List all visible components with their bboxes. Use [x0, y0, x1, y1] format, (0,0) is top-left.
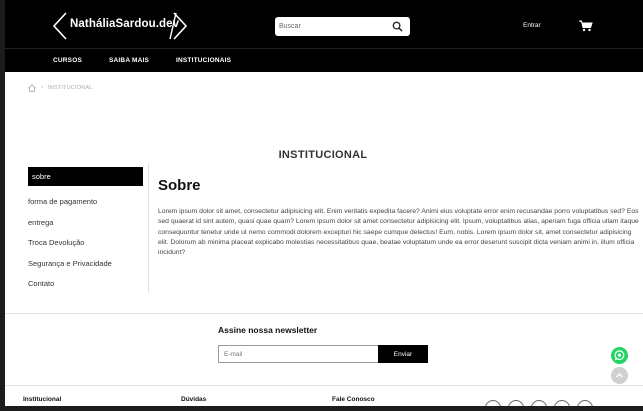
chevron-right-slash-icon: [169, 12, 187, 40]
login-link[interactable]: Entrar: [523, 22, 541, 29]
whatsapp-icon: [614, 350, 625, 361]
nav-item-institucionais[interactable]: INSTITUCIONAIS: [176, 57, 231, 64]
scroll-to-top-button[interactable]: [611, 367, 628, 384]
page-title: INSTITUCIONAL: [278, 149, 368, 161]
newsletter-title: Assine nossa newsletter: [218, 325, 318, 335]
footer-title-institucional: Institucional: [23, 396, 62, 403]
home-icon[interactable]: [28, 84, 36, 92]
main-nav: CURSOS SAIBA MAIS INSTITUCIONAIS: [5, 48, 643, 72]
whatsapp-button[interactable]: [611, 347, 628, 364]
search-box: [275, 17, 410, 36]
nav-item-cursos[interactable]: CURSOS: [53, 57, 82, 64]
content-body: Lorem ipsum dolor sit amet, consectetur …: [158, 208, 639, 257]
logo-text: NatháliaSardou.dev: [70, 18, 180, 30]
breadcrumb-current: INSTITUCIONAL: [48, 85, 93, 91]
breadcrumb-separator: ›: [41, 85, 43, 91]
sidebar-item-troca-devolucao[interactable]: Troca Devolução: [28, 233, 143, 254]
chevron-up-icon: [616, 373, 623, 378]
footer-title-duvidas: Dúvidas: [181, 396, 207, 403]
window-frame-bottom: [0, 406, 643, 411]
sidebar-item-entrega[interactable]: entrega: [28, 213, 143, 234]
content-title: Sobre: [158, 177, 201, 194]
sidebar-item-contato[interactable]: Contato: [28, 274, 143, 295]
search-input[interactable]: [279, 19, 379, 34]
newsletter-submit-button[interactable]: Enviar: [378, 345, 428, 363]
nav-item-saiba-mais[interactable]: SAIBA MAIS: [109, 57, 149, 64]
footer-title-fale-conosco: Fale Conosco: [332, 396, 375, 403]
newsletter-divider: [5, 313, 643, 314]
sidebar-item-sobre[interactable]: sobre: [28, 167, 143, 186]
site-logo[interactable]: NatháliaSardou.dev: [53, 12, 187, 40]
sidebar-item-forma-de-pagamento[interactable]: forma de pagamento: [28, 192, 143, 213]
footer-divider: [5, 385, 643, 386]
breadcrumb: › INSTITUCIONAL: [28, 84, 92, 92]
sidebar-item-seguranca-privacidade[interactable]: Segurança e Privacidade: [28, 254, 143, 275]
search-icon[interactable]: [392, 21, 403, 32]
sidebar-divider: [148, 163, 149, 293]
chevron-left-icon: [53, 12, 67, 40]
cart-icon[interactable]: [579, 20, 593, 32]
institutional-sidebar: sobre forma de pagamento entrega Troca D…: [28, 167, 143, 295]
newsletter-email-input[interactable]: [218, 345, 378, 363]
top-header: NatháliaSardou.dev Entrar: [5, 0, 643, 48]
